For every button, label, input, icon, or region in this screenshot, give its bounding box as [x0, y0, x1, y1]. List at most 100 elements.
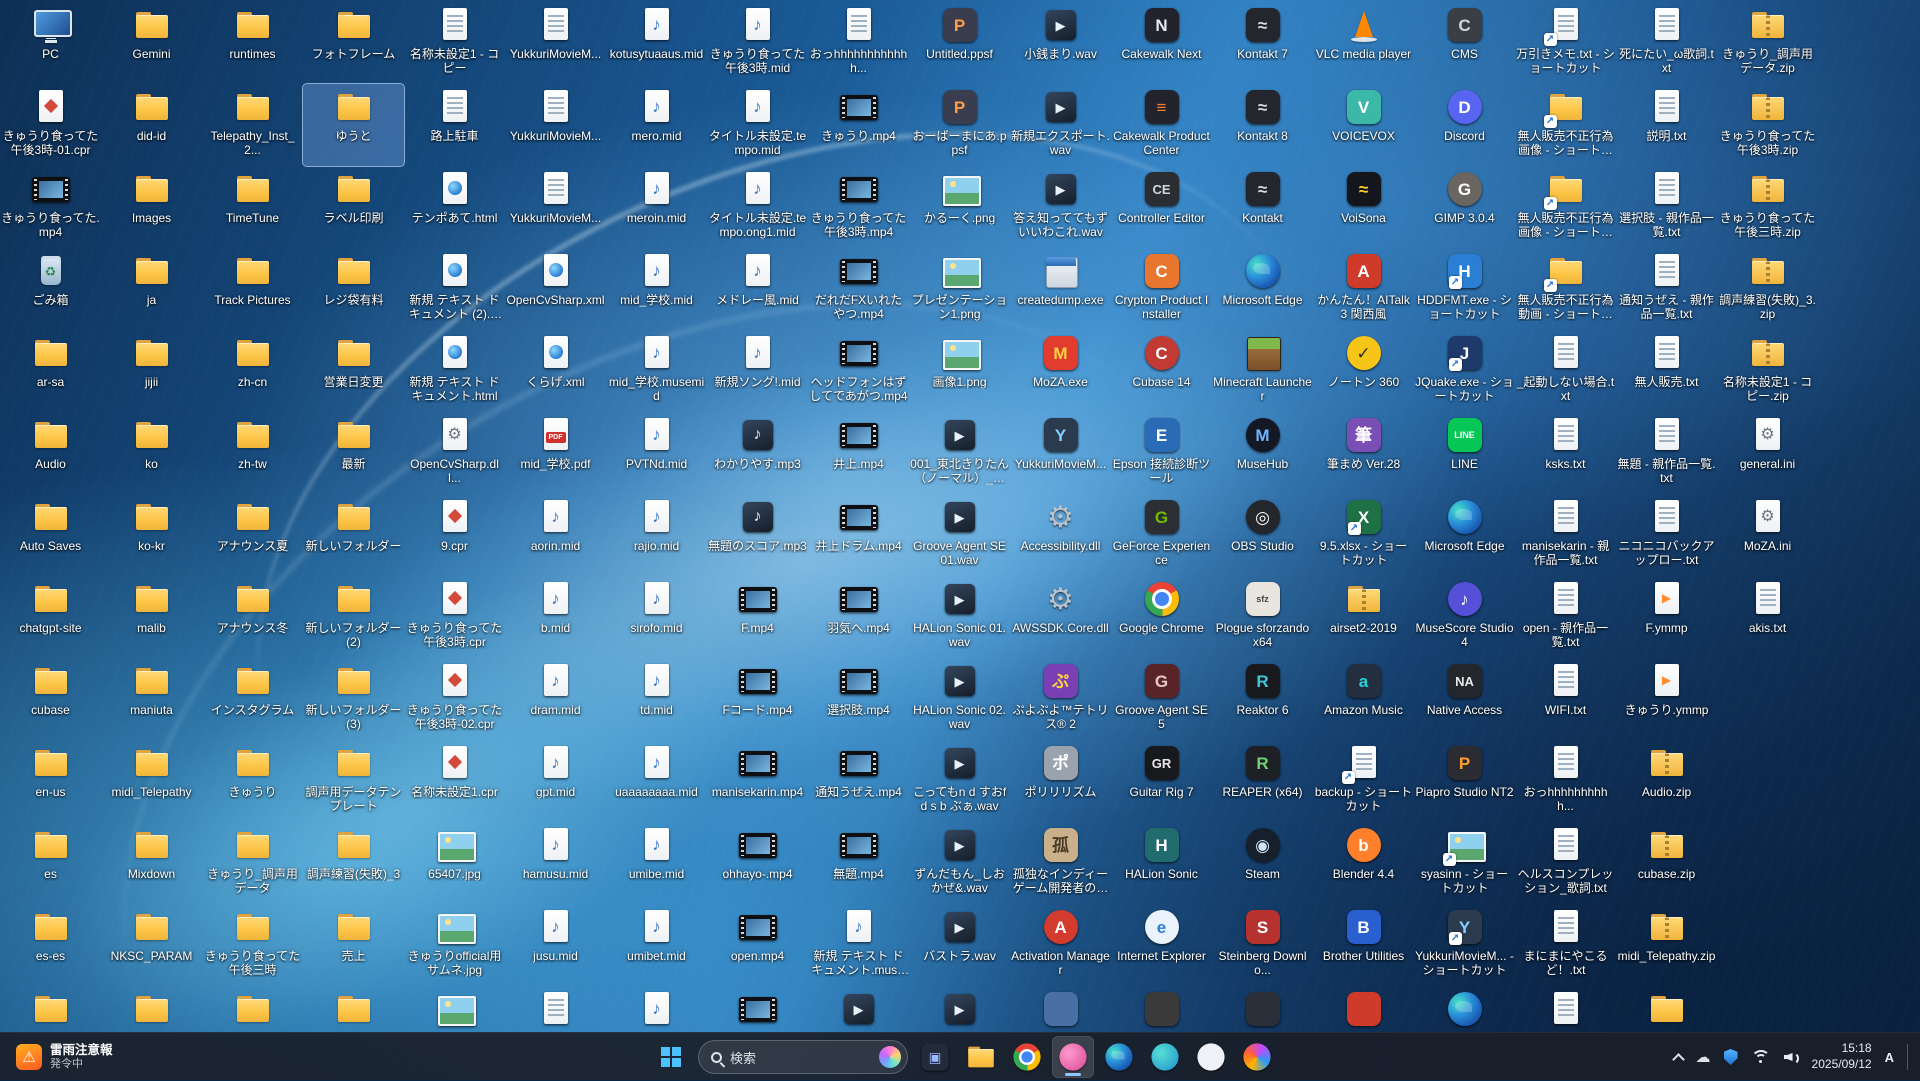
desktop-icon[interactable]: did-id — [101, 84, 202, 166]
desktop-icon[interactable]: 名称未設定1 - コピー.zip — [1717, 330, 1818, 412]
orange-app[interactable] — [1236, 1036, 1278, 1078]
desktop-icon[interactable]: b.mid — [505, 576, 606, 658]
desktop-icon[interactable]: きゅうり — [202, 740, 303, 822]
desktop-icon[interactable]: かるーく.png — [909, 166, 1010, 248]
desktop-icon[interactable]: アナウンス冬 — [202, 576, 303, 658]
desktop-icon[interactable]: airset2-2019 — [1313, 576, 1414, 658]
desktop-icon[interactable]: Telepathy_Inst_2... — [202, 84, 303, 166]
desktop-icon[interactable]: Gemini — [101, 2, 202, 84]
desktop-icon[interactable]: HALion Sonic 02.wav — [909, 658, 1010, 740]
desktop-icon[interactable]: タイトル未設定.tempo.ong1.mid — [707, 166, 808, 248]
desktop-icon[interactable]: manisekarin.mp4 — [707, 740, 808, 822]
desktop-icon[interactable]: Pおーばーまにあ.ppsf — [909, 84, 1010, 166]
desktop-icon[interactable]: 通知うぜえ.mp4 — [808, 740, 909, 822]
desktop-icon[interactable]: PUntitled.ppsf — [909, 2, 1010, 84]
desktop-icon[interactable]: 井上.mp4 — [808, 412, 909, 494]
desktop-icon[interactable] — [1414, 986, 1515, 1032]
desktop-icon[interactable]: HALion Sonic 01.wav — [909, 576, 1010, 658]
desktop-icon[interactable]: きゅうり食ってた午後三時.zip — [1717, 166, 1818, 248]
desktop-icon[interactable]: ko-kr — [101, 494, 202, 576]
desktop-icon[interactable]: 新規エクスポート.wav — [1010, 84, 1111, 166]
desktop-icon[interactable]: プレゼンテーション1.png — [909, 248, 1010, 330]
desktop-icon[interactable]: es-es — [0, 904, 101, 986]
desktop-icon[interactable]: きゅうり食ってた午後3時-02.cpr — [404, 658, 505, 740]
desktop-icon[interactable]: 新規ソング!.mid — [707, 330, 808, 412]
desktop-icon[interactable]: RReaktor 6 — [1212, 658, 1313, 740]
desktop-icon[interactable]: ↗無人販売不正行為画像 - ショートカッ... — [1515, 84, 1616, 166]
desktop-icon[interactable]: きゅうり.ymmp — [1616, 658, 1717, 740]
desktop-icon[interactable]: CCubase 14 — [1111, 330, 1212, 412]
desktop-icon[interactable]: OpenCvSharp.dll... — [404, 412, 505, 494]
desktop-icon[interactable]: zh-cn — [202, 330, 303, 412]
desktop-icon[interactable]: OpenCvSharp.xml — [505, 248, 606, 330]
desktop-icon[interactable]: general.ini — [1717, 412, 1818, 494]
desktop-icon[interactable]: TimeTune — [202, 166, 303, 248]
desktop-icon[interactable]: まにまにやこるど！.txt — [1515, 904, 1616, 986]
desktop-icon[interactable]: ar-sa — [0, 330, 101, 412]
desktop-icon[interactable]: GRGuitar Rig 7 — [1111, 740, 1212, 822]
desktop-icon[interactable]: _起動しない場合.txt — [1515, 330, 1616, 412]
desktop-icon[interactable]: Microsoft Edge — [1212, 248, 1313, 330]
desktop-icon[interactable]: きゅうり食ってた午後3時-01.cpr — [0, 84, 101, 166]
desktop-icon[interactable]: en-us — [0, 740, 101, 822]
taskbar-clock[interactable]: 15:18 2025/09/12 — [1812, 1041, 1872, 1072]
desktop-icon[interactable]: ↗無人販売不正行為動画 - ショートカット — [1515, 248, 1616, 330]
weather-widget[interactable]: ⚠ 雷雨注意報 発令中 — [8, 1036, 121, 1078]
desktop-icon[interactable]: 調声練習(失敗)_3 — [303, 822, 404, 904]
desktop-icon[interactable]: CCrypton Product Installer — [1111, 248, 1212, 330]
desktop-icon[interactable]: こってもn d すおf d s b ぶぁ.wav — [909, 740, 1010, 822]
desktop-icon[interactable]: VLC media player — [1313, 2, 1414, 84]
desktop-icon[interactable]: YukkuriMovieM... — [505, 166, 606, 248]
desktop-icon[interactable]: ↗syasinn - ショートカット — [1414, 822, 1515, 904]
desktop-icon[interactable]: meroin.mid — [606, 166, 707, 248]
wifi-icon[interactable] — [1751, 1050, 1771, 1065]
desktop-icon[interactable]: きゅうり食ってた午後3時.mp4 — [808, 166, 909, 248]
desktop-icon[interactable]: きゅうりofficial用サムネ.jpg — [404, 904, 505, 986]
desktop-icon[interactable]: Auto Saves — [0, 494, 101, 576]
desktop-icon[interactable]: おっhhhhhhhhhhhh... — [808, 2, 909, 84]
desktop-icon[interactable]: バストラ.wav — [909, 904, 1010, 986]
desktop[interactable]: PCきゅうり食ってた午後3時-01.cprきゅうり食ってた.mp4ごみ箱ar-s… — [0, 0, 1920, 1032]
desktop-icon[interactable]: uaaaaaaaa.mid — [606, 740, 707, 822]
desktop-icon[interactable]: Audio.zip — [1616, 740, 1717, 822]
desktop-icon[interactable]: きゅうり食ってた午後3時.cpr — [404, 576, 505, 658]
desktop-icon[interactable]: ≡Cakewalk Product Center — [1111, 84, 1212, 166]
desktop-icon[interactable]: おっhhhhhhhhhh... — [1515, 740, 1616, 822]
desktop-icon[interactable]: テンポあて.html — [404, 166, 505, 248]
desktop-icon[interactable]: ✓ノートン 360 — [1313, 330, 1414, 412]
desktop-icon[interactable]: Minecraft Launcher — [1212, 330, 1313, 412]
desktop-icon[interactable]: 選択肢.mp4 — [808, 658, 909, 740]
desktop-icon[interactable]: sfzPlogue sforzando x64 — [1212, 576, 1313, 658]
desktop-icon[interactable]: DDiscord — [1414, 84, 1515, 166]
desktop-icon[interactable]: インスタグラム — [202, 658, 303, 740]
desktop-icon[interactable]: 新しいフォルダー (3) — [303, 658, 404, 740]
desktop-icon[interactable]: cubase — [0, 658, 101, 740]
desktop-icon[interactable] — [303, 986, 404, 1032]
desktop-icon[interactable]: rajio.mid — [606, 494, 707, 576]
desktop-icon[interactable]: 路上駐車 — [404, 84, 505, 166]
desktop-icon[interactable]: AWSSDK.Core.dll — [1010, 576, 1111, 658]
desktop-icon[interactable]: Google Chrome — [1111, 576, 1212, 658]
desktop-icon[interactable]: dram.mid — [505, 658, 606, 740]
desktop-icon[interactable] — [1010, 986, 1111, 1032]
desktop-icon[interactable]: 営業日変更 — [303, 330, 404, 412]
desktop-icon[interactable]: CCMS — [1414, 2, 1515, 84]
desktop-icon[interactable]: ◎OBS Studio — [1212, 494, 1313, 576]
desktop-icon[interactable]: NKSC_PARAM — [101, 904, 202, 986]
desktop-icon[interactable]: PC — [0, 2, 101, 84]
desktop-icon[interactable]: ラベル印刷 — [303, 166, 404, 248]
desktop-icon[interactable]: メドレー風.mid — [707, 248, 808, 330]
desktop-icon[interactable]: td.mid — [606, 658, 707, 740]
teal-app[interactable] — [1144, 1036, 1186, 1078]
desktop-icon[interactable]: ♪MuseScore Studio 4 — [1414, 576, 1515, 658]
desktop-icon[interactable] — [808, 986, 909, 1032]
desktop-icon[interactable]: zh-tw — [202, 412, 303, 494]
desktop-icon[interactable]: きゅうり食ってた.mp4 — [0, 166, 101, 248]
desktop-icon[interactable]: 新規 テキスト ドキュメント (2).html — [404, 248, 505, 330]
desktop-icon[interactable]: NCakewalk Next — [1111, 2, 1212, 84]
desktop-icon[interactable]: ≈VoiSona — [1313, 166, 1414, 248]
desktop-icon[interactable]: 答え知っててもずいいわこれ.wav — [1010, 166, 1111, 248]
desktop-icon[interactable]: RREAPER (x64) — [1212, 740, 1313, 822]
cloud-tray-icon[interactable]: ☁ — [1696, 1048, 1711, 1066]
desktop-icon[interactable]: きゅうり.mp4 — [808, 84, 909, 166]
